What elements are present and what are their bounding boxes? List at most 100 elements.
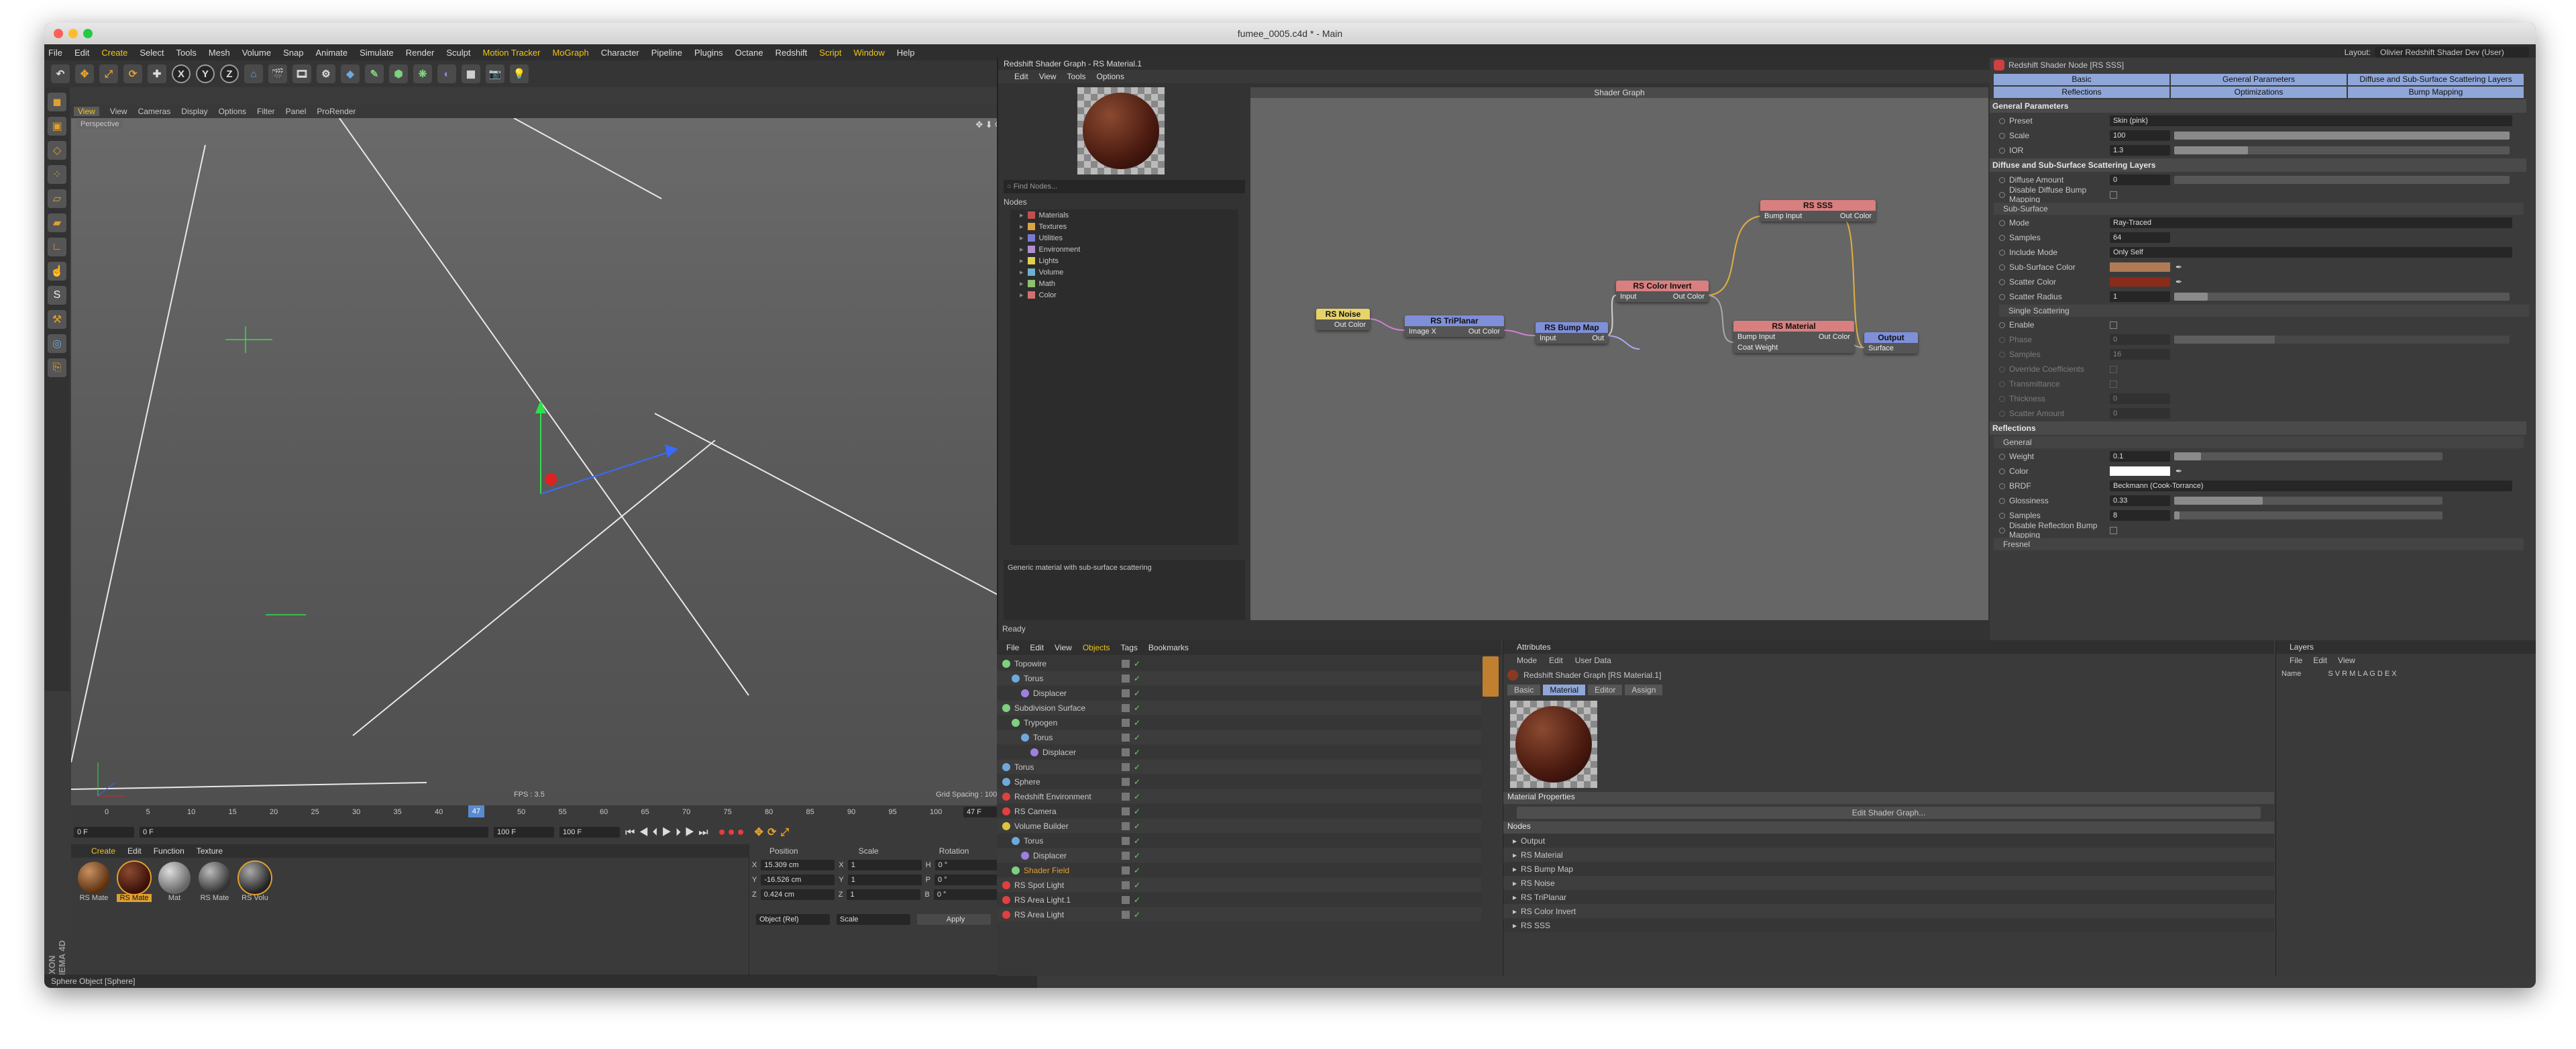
position-field[interactable]: 0.424 cm: [760, 889, 835, 900]
start-frame-field[interactable]: 0 F: [74, 827, 134, 838]
keyframe-dot[interactable]: [1999, 147, 2005, 154]
attr-node-row[interactable]: ▸ RS Color Invert: [1503, 904, 2274, 918]
attr-node-row[interactable]: ▸ RS SSS: [1503, 918, 2274, 932]
node-rs-noise[interactable]: RS Noise Out Color: [1316, 309, 1370, 330]
visibility-toggle[interactable]: [1122, 895, 1130, 904]
menu-redshift[interactable]: Redshift: [775, 48, 808, 58]
node-category-utilities[interactable]: ▸ Utilities: [1010, 232, 1238, 244]
object-row[interactable]: RS Area Light ✓: [997, 907, 1481, 921]
viewport-menu-filter[interactable]: Filter: [257, 107, 275, 116]
attr-menu-edit[interactable]: Edit: [1549, 656, 1563, 665]
axis-mode-icon[interactable]: ∟: [48, 238, 66, 256]
attr-menu-mode[interactable]: Mode: [1517, 656, 1537, 665]
undo-icon[interactable]: ↶: [51, 64, 70, 83]
visibility-toggle[interactable]: [1122, 718, 1130, 727]
menu-create[interactable]: Create: [101, 48, 127, 58]
props-tab-general-parameters[interactable]: General Parameters: [2171, 74, 2347, 85]
mograph-icon[interactable]: ❋: [413, 64, 432, 83]
visibility-toggle[interactable]: [1122, 689, 1130, 697]
enabled-checkmark-icon[interactable]: ✓: [1134, 659, 1140, 668]
object-row[interactable]: Torus ✓: [997, 730, 1481, 744]
current-frame-marker[interactable]: 47: [468, 805, 484, 817]
menu-simulate[interactable]: Simulate: [360, 48, 394, 58]
node-category-lights[interactable]: ▸ Lights: [1010, 255, 1238, 266]
timeline[interactable]: 0510152025303540455055606570758085909510…: [71, 805, 1017, 844]
subsection-single-scattering[interactable]: Single Scattering: [1999, 305, 2529, 317]
menu-sculpt[interactable]: Sculpt: [446, 48, 470, 58]
scale-field[interactable]: 1: [847, 889, 921, 900]
node-output[interactable]: Output Surface: [1864, 332, 1918, 354]
viewport-tab[interactable]: View: [74, 107, 99, 116]
lock-icon[interactable]: ⎘: [48, 358, 66, 377]
object-tab-bookmarks[interactable]: Bookmarks: [1148, 643, 1189, 652]
prop-slider[interactable]: [2174, 452, 2443, 460]
attr-tab-editor[interactable]: Editor: [1588, 685, 1623, 695]
ior-field[interactable]: 1.3: [2110, 145, 2170, 156]
enabled-checkmark-icon[interactable]: ✓: [1134, 703, 1140, 713]
object-row[interactable]: Trypogen ✓: [997, 715, 1481, 730]
menu-volume[interactable]: Volume: [242, 48, 271, 58]
keyframe-dot[interactable]: [1999, 249, 2005, 256]
viewport-menu-display[interactable]: Display: [181, 107, 207, 116]
object-row[interactable]: RS Camera ✓: [997, 804, 1481, 818]
props-tab-optimizations[interactable]: Optimizations: [2171, 87, 2347, 98]
layer-menu-file[interactable]: File: [2290, 656, 2302, 665]
visibility-toggle[interactable]: [1122, 881, 1130, 889]
scale-mode-select[interactable]: Scale: [837, 914, 910, 925]
keyframe-dot[interactable]: [1999, 453, 2005, 460]
keyframe-dot[interactable]: [1999, 483, 2005, 489]
material-swatch[interactable]: Mat: [157, 862, 192, 902]
end-frame-field[interactable]: 100 F: [559, 827, 620, 838]
keyframe-dot[interactable]: [1999, 395, 2005, 402]
scale-field[interactable]: 1: [847, 860, 922, 870]
node-rs-triplanar[interactable]: RS TriPlanar Image X Out Color: [1405, 315, 1504, 337]
shader-menu-edit[interactable]: Edit: [1014, 72, 1028, 81]
object-row[interactable]: Redshift Environment ✓: [997, 789, 1481, 803]
axis-x-toggle[interactable]: X: [172, 64, 191, 83]
props-tab-bump-mapping[interactable]: Bump Mapping: [2348, 87, 2524, 98]
object-row[interactable]: Torus ✓: [997, 671, 1481, 685]
color-swatch[interactable]: [2110, 262, 2170, 272]
weight-field[interactable]: 0.1: [2110, 451, 2170, 462]
object-row[interactable]: Displacer ✓: [997, 686, 1481, 700]
edges-mode-icon[interactable]: ▱: [48, 189, 66, 208]
node-rs-color-invert[interactable]: RS Color Invert Input Out Color: [1616, 281, 1709, 302]
visibility-toggle[interactable]: [1122, 733, 1130, 742]
keyframe-dot[interactable]: [1999, 117, 2005, 124]
section-general[interactable]: General Parameters: [1990, 99, 2526, 113]
timeline-ruler[interactable]: 0510152025303540455055606570758085909510…: [105, 807, 942, 821]
eyedropper-icon[interactable]: ✒: [2176, 466, 2182, 476]
enabled-checkmark-icon[interactable]: ✓: [1134, 895, 1140, 905]
keyframe-dot[interactable]: [1999, 468, 2005, 474]
menu-motion-tracker[interactable]: Motion Tracker: [483, 48, 541, 58]
viewport-menu-options[interactable]: Options: [219, 107, 246, 116]
attr-node-row[interactable]: ▸ RS TriPlanar: [1503, 890, 2274, 904]
diffuse-amount-field[interactable]: 0: [2110, 174, 2170, 185]
menu-help[interactable]: Help: [897, 48, 915, 58]
mode-select[interactable]: Ray-Traced: [2110, 217, 2512, 228]
eyedropper-icon[interactable]: ✒: [2176, 262, 2182, 272]
close-button[interactable]: [54, 29, 63, 38]
polygons-mode-icon[interactable]: ▰: [48, 213, 66, 232]
menu-script[interactable]: Script: [819, 48, 841, 58]
keyframe-dot[interactable]: [1999, 264, 2005, 270]
keyframe-dot[interactable]: [1999, 293, 2005, 300]
material-swatch[interactable]: RS Mate: [197, 862, 232, 902]
keyframe-dot[interactable]: [1999, 351, 2005, 358]
section-diffuse[interactable]: Diffuse and Sub-Surface Scattering Layer…: [1990, 158, 2526, 172]
object-row[interactable]: RS Spot Light ✓: [997, 878, 1481, 892]
texture-mode-icon[interactable]: ▣: [48, 117, 66, 136]
snap-icon[interactable]: S: [48, 286, 66, 305]
preset-select[interactable]: Skin (pink): [2110, 115, 2512, 126]
object-row[interactable]: Sphere ✓: [997, 775, 1481, 789]
viewport-menu-panel[interactable]: Panel: [286, 107, 307, 116]
prop-slider[interactable]: [2174, 497, 2443, 505]
viewport-menu-view[interactable]: View: [110, 107, 127, 116]
menu-select[interactable]: Select: [140, 48, 164, 58]
glossiness-field[interactable]: 0.33: [2110, 495, 2170, 506]
brush-icon[interactable]: ⚒: [48, 310, 66, 329]
menu-plugins[interactable]: Plugins: [694, 48, 723, 58]
deformer-icon[interactable]: ◐: [437, 64, 456, 83]
subdivision-icon[interactable]: ⬢: [389, 64, 408, 83]
props-tab-diffuse-and-sub-surface-scattering-layers[interactable]: Diffuse and Sub-Surface Scattering Layer…: [2348, 74, 2524, 85]
